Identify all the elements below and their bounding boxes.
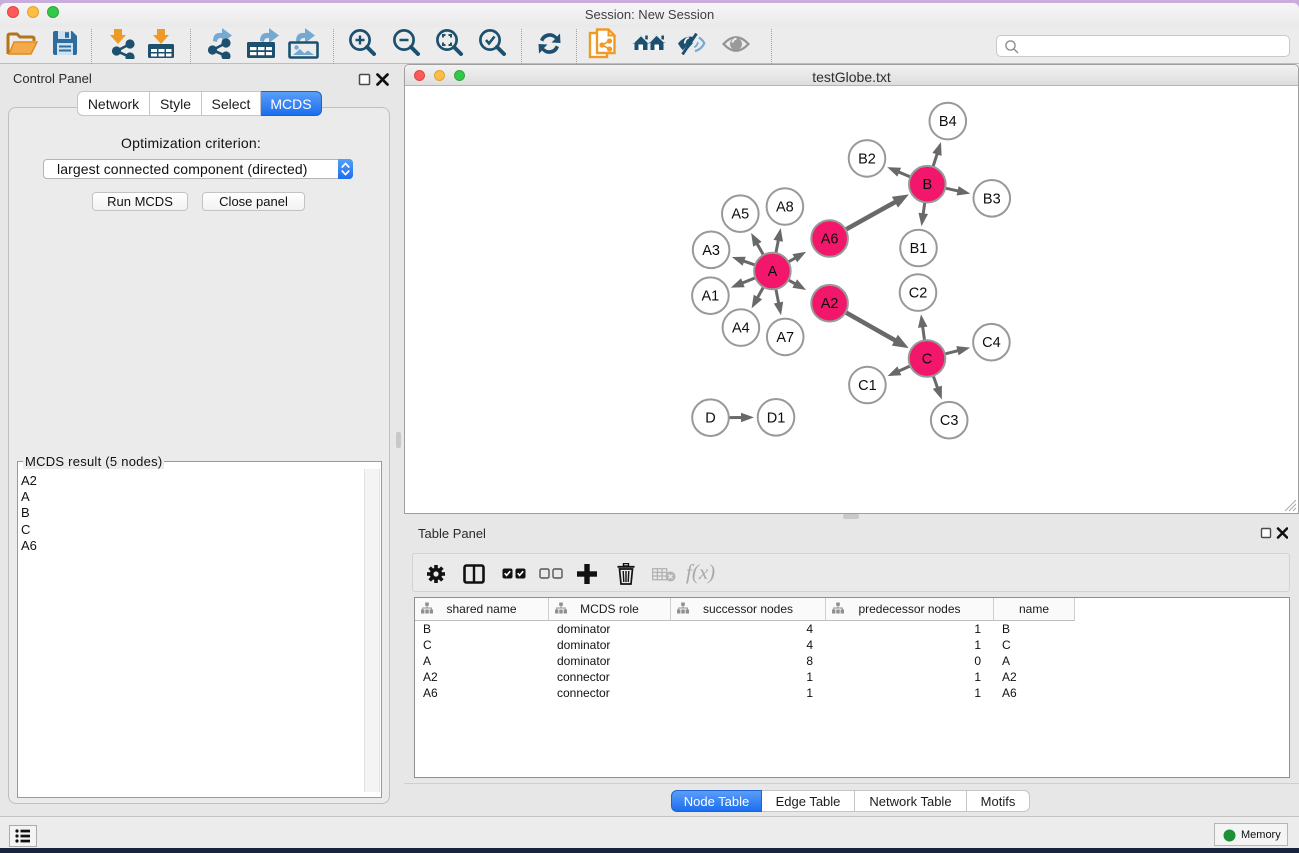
- svg-text:A3: A3: [702, 243, 720, 259]
- svg-text:A4: A4: [732, 321, 750, 337]
- svg-text:B1: B1: [910, 241, 928, 257]
- svg-text:B4: B4: [939, 114, 957, 130]
- svg-text:B2: B2: [858, 151, 876, 167]
- svg-text:A7: A7: [776, 330, 794, 346]
- svg-text:A: A: [768, 264, 778, 280]
- svg-text:B3: B3: [983, 191, 1001, 207]
- svg-text:D1: D1: [767, 410, 786, 426]
- svg-text:C1: C1: [858, 378, 877, 394]
- svg-text:C3: C3: [940, 413, 959, 429]
- svg-text:B: B: [922, 177, 932, 193]
- svg-text:A8: A8: [776, 200, 794, 216]
- svg-text:C: C: [922, 352, 932, 368]
- svg-text:A6: A6: [821, 232, 839, 248]
- svg-text:A1: A1: [702, 289, 720, 305]
- svg-text:C4: C4: [982, 335, 1001, 351]
- svg-text:D: D: [705, 411, 715, 427]
- svg-text:A5: A5: [731, 207, 749, 223]
- svg-text:C2: C2: [909, 286, 928, 302]
- svg-text:A2: A2: [821, 296, 839, 312]
